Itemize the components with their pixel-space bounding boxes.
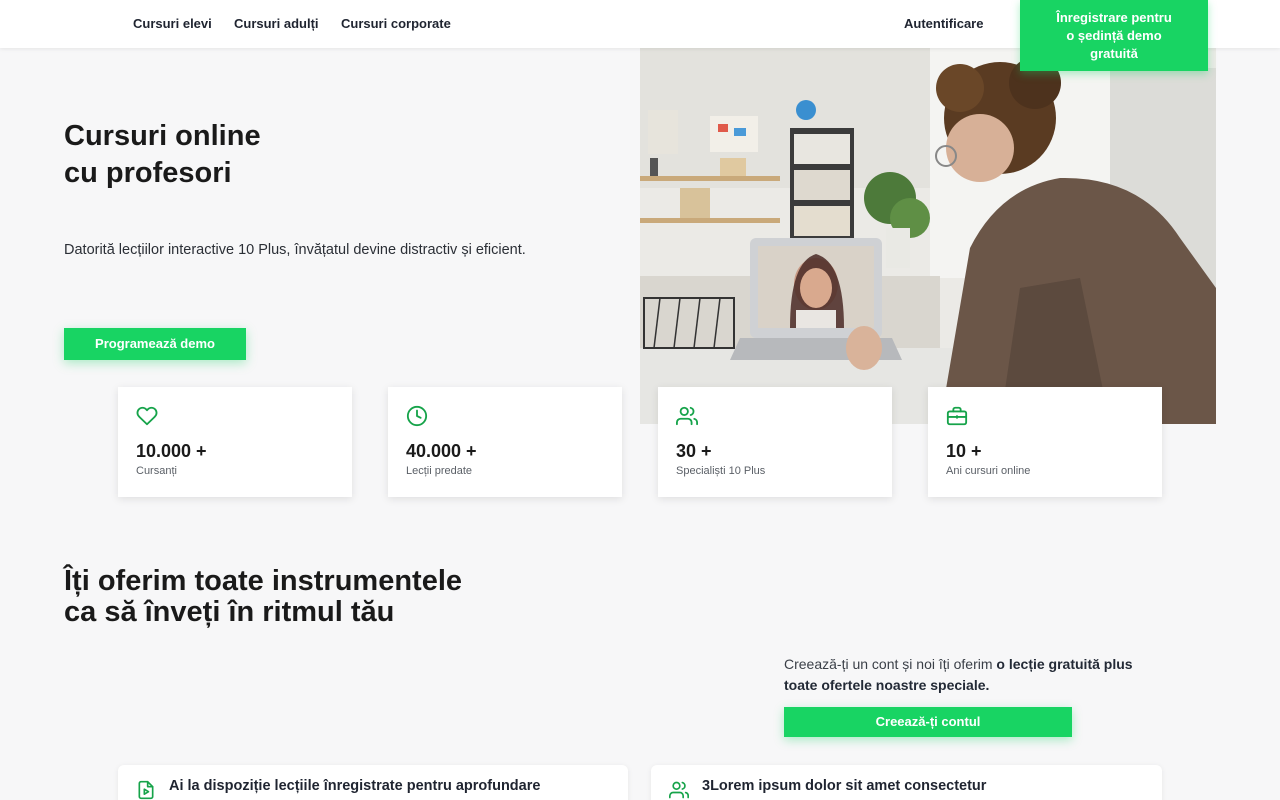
offer-text-prefix: Creează-ți un cont și noi îți oferim: [784, 656, 997, 672]
demo-signup-line-3: gratuită: [1090, 46, 1138, 61]
nav-link-student-courses[interactable]: Cursuri elevi: [133, 16, 212, 31]
video-file-icon: [138, 780, 154, 800]
heart-icon: [136, 406, 158, 426]
nav-link-adult-courses[interactable]: Cursuri adulți: [234, 16, 319, 31]
stat-card-years: 10 + Ani cursuri online: [928, 387, 1162, 497]
feature-card-lorem: 3Lorem ipsum dolor sit amet consectetur: [651, 765, 1162, 800]
hero-title-line-1: Cursuri online: [64, 120, 261, 152]
clock-icon: [406, 405, 428, 427]
demo-signup-line-1: Înregistrare pentru: [1056, 10, 1172, 25]
stat-label: Specialiști 10 Plus: [676, 465, 766, 477]
demo-signup-button[interactable]: Înregistrare pentru o ședință demo gratu…: [1020, 0, 1208, 71]
stat-card-specialists: 30 + Specialiști 10 Plus: [658, 387, 892, 497]
nav-link-corporate-courses[interactable]: Cursuri corporate: [341, 16, 451, 31]
briefcase-icon: [946, 406, 968, 426]
stat-value: 40.000 +: [406, 441, 477, 461]
users-icon: [676, 406, 698, 426]
account-offer-text: Creează-ți un cont și noi îți oferim o l…: [784, 654, 1164, 696]
schedule-demo-button[interactable]: Programează demo: [64, 328, 246, 360]
stat-label: Lecții predate: [406, 465, 473, 477]
hero-title-line-2: cu profesori: [64, 157, 232, 189]
stat-label: Ani cursuri online: [946, 465, 1031, 477]
users-icon: [669, 781, 689, 799]
stat-value: 10.000 +: [136, 441, 207, 461]
stat-card-lessons: 40.000 + Lecții predate: [388, 387, 622, 497]
stat-value: 10 +: [946, 441, 982, 461]
hero-image: [640, 48, 1216, 424]
create-account-button[interactable]: Creează-ți contul: [784, 707, 1072, 737]
stat-card-students: 10.000 + Cursanți: [118, 387, 352, 497]
feature-card-recorded-lessons: Ai la dispoziție lecțiile înregistrate p…: [118, 765, 628, 800]
tools-section-title: Îți oferim toate instrumentele ca să înv…: [64, 566, 584, 628]
hero-title: Cursuri online cu profesori: [64, 118, 584, 192]
login-link[interactable]: Autentificare: [904, 16, 983, 31]
feature-text: 3Lorem ipsum dolor sit amet consectetur: [702, 778, 987, 794]
tools-title-line-2: ca să înveți în ritmul tău: [64, 596, 395, 628]
stat-label: Cursanți: [136, 465, 177, 477]
demo-signup-line-2: o ședință demo: [1066, 28, 1162, 43]
feature-text: Ai la dispoziție lecțiile înregistrate p…: [169, 778, 541, 794]
hero-subtitle: Datorită lecțiilor interactive 10 Plus, …: [64, 242, 526, 258]
tools-title-line-1: Îți oferim toate instrumentele: [64, 565, 463, 597]
stat-value: 30 +: [676, 441, 712, 461]
